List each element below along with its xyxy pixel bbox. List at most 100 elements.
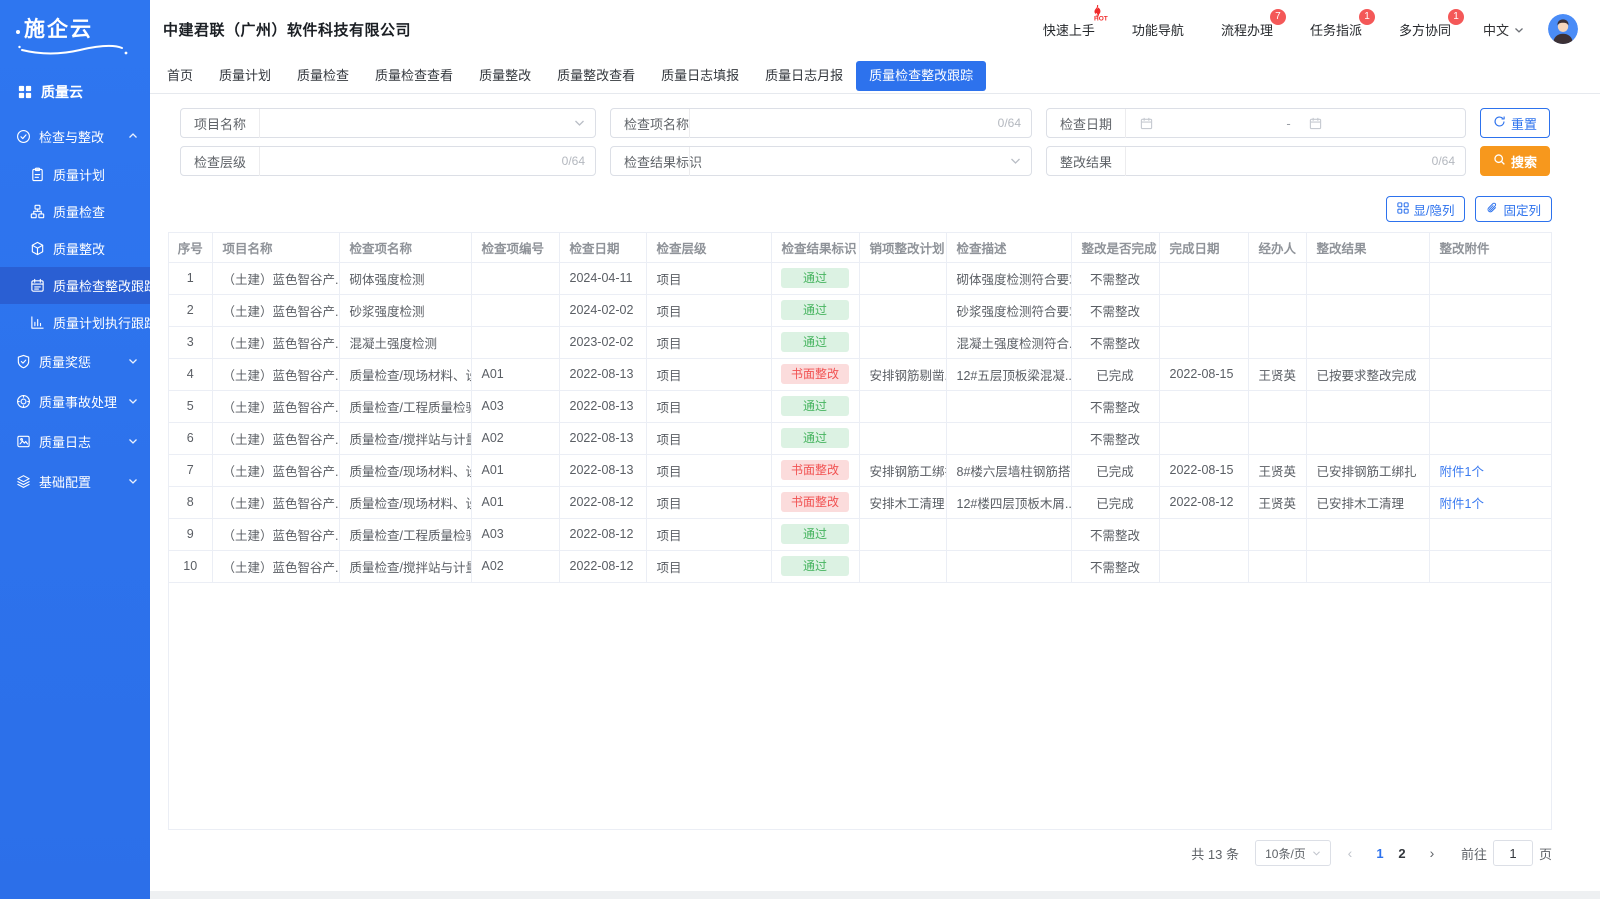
- rectify-result-input[interactable]: 0/64: [1126, 147, 1465, 175]
- sidebar-app-title[interactable]: 质量云: [0, 57, 150, 106]
- cell-check-level: 项目: [646, 294, 771, 326]
- tab-quality-rectify-view[interactable]: 质量整改查看: [544, 58, 648, 94]
- main-content: 项目名称 检查项名称 0/64 检查日期 -: [150, 94, 1600, 891]
- inspect-icon: [16, 129, 31, 144]
- sidebar-item-rectify-tracking[interactable]: 质量检查整改跟踪: [0, 267, 150, 304]
- tab-quality-rectify[interactable]: 质量整改: [466, 58, 544, 94]
- tab-quality-check[interactable]: 质量检查: [284, 58, 362, 94]
- nav-item-quick-start[interactable]: 快速上手HOT: [1043, 20, 1095, 39]
- page-size-select[interactable]: 10条/页: [1255, 840, 1331, 866]
- sidebar-item-label: 检查与整改: [39, 127, 104, 146]
- cell-check-item-code: A03: [471, 390, 559, 422]
- sidebar-item-inspect-rectify[interactable]: 检查与整改: [0, 116, 150, 156]
- rectify-icon: [30, 241, 45, 256]
- cell-project-name: （土建）蓝色智谷产...: [212, 486, 339, 518]
- tab-rectify-tracking[interactable]: 质量检查整改跟踪: [856, 61, 986, 91]
- cell-rectify-plan: [859, 390, 946, 422]
- reset-button[interactable]: 重置: [1480, 108, 1550, 138]
- check-item-name-input[interactable]: 0/64: [690, 109, 1031, 137]
- sidebar-item-label: 质量计划: [53, 165, 105, 184]
- language-selector[interactable]: 中文: [1483, 20, 1524, 39]
- sidebar-item-quality-rectify[interactable]: 质量整改: [0, 230, 150, 267]
- table-row[interactable]: 8（土建）蓝色智谷产...质量检查/现场材料、设...A012022-08-12…: [169, 486, 1552, 518]
- cell-check-date: 2022-08-12: [559, 518, 646, 550]
- tab-quality-log-fill[interactable]: 质量日志填报: [648, 58, 752, 94]
- nav-item-feature-nav[interactable]: 功能导航: [1132, 20, 1184, 39]
- cell-check-date: 2022-08-13: [559, 422, 646, 454]
- next-page-button[interactable]: ›: [1421, 845, 1443, 861]
- show-hide-columns-button[interactable]: 显/隐列: [1386, 196, 1466, 222]
- cell-rectify-result: 已安排木工清理: [1306, 486, 1429, 518]
- result-tag-select[interactable]: [690, 147, 1031, 175]
- sidebar-item-quality-log[interactable]: 质量日志: [0, 421, 150, 461]
- cell-rectify-plan: [859, 326, 946, 358]
- result-badge: 通过: [781, 524, 849, 544]
- cell-rectify-result: [1306, 518, 1429, 550]
- goto-page-input[interactable]: 1: [1493, 840, 1533, 866]
- cell-check-item-code: [471, 294, 559, 326]
- cell-rectify-done: 不需整改: [1071, 326, 1159, 358]
- chevron-down-icon: [128, 397, 138, 405]
- nav-item-process-handling[interactable]: 流程办理7: [1221, 20, 1273, 39]
- cell-seq: 1: [169, 262, 212, 294]
- sidebar-item-plan-exec-tracking[interactable]: 质量计划执行跟踪: [0, 304, 150, 341]
- sidebar-item-quality-plan[interactable]: 质量计划: [0, 156, 150, 193]
- cell-attachment: 附件1个: [1429, 454, 1552, 486]
- result-badge: 通过: [781, 556, 849, 576]
- col-header-result-tag: 检查结果标识: [771, 233, 859, 262]
- cell-seq: 7: [169, 454, 212, 486]
- search-button[interactable]: 搜索: [1480, 146, 1550, 176]
- cell-project-name: （土建）蓝色智谷产...: [212, 518, 339, 550]
- attachment-link[interactable]: 附件1个: [1440, 465, 1484, 479]
- tab-quality-plan[interactable]: 质量计划: [206, 58, 284, 94]
- sidebar-item-quality-check[interactable]: 质量检查: [0, 193, 150, 230]
- sidebar-item-reward-punish[interactable]: 质量奖惩: [0, 341, 150, 381]
- cell-check-level: 项目: [646, 326, 771, 358]
- cell-rectify-done: 不需整改: [1071, 262, 1159, 294]
- cell-rectify-plan: 安排木工清理: [859, 486, 946, 518]
- project-name-select[interactable]: [260, 109, 595, 137]
- page-number-2[interactable]: 2: [1391, 846, 1413, 861]
- result-badge: 书面整改: [781, 460, 849, 480]
- tab-home[interactable]: 首页: [154, 58, 206, 94]
- pagination: 共 13 条 10条/页 ‹ 12 › 前往 1 页: [150, 840, 1552, 866]
- cell-check-desc: 砌体强度检测符合要求: [946, 262, 1071, 294]
- table-row[interactable]: 2（土建）蓝色智谷产...砂浆强度检测2024-02-02项目通过砂浆强度检测符…: [169, 294, 1552, 326]
- tab-quality-check-view[interactable]: 质量检查查看: [362, 58, 466, 94]
- prev-page-button[interactable]: ‹: [1339, 845, 1361, 861]
- result-badge: 通过: [781, 396, 849, 416]
- table-row[interactable]: 10（土建）蓝色智谷产...质量检查/搅拌站与计量...A022022-08-1…: [169, 550, 1552, 582]
- fixed-columns-button[interactable]: 固定列: [1475, 196, 1552, 222]
- table-row[interactable]: 7（土建）蓝色智谷产...质量检查/现场材料、设...A012022-08-13…: [169, 454, 1552, 486]
- cell-attachment: [1429, 550, 1552, 582]
- cell-result-tag: 书面整改: [771, 454, 859, 486]
- page-number-1[interactable]: 1: [1369, 846, 1391, 861]
- table-row[interactable]: 6（土建）蓝色智谷产...质量检查/搅拌站与计量...A022022-08-13…: [169, 422, 1552, 454]
- table-row[interactable]: 9（土建）蓝色智谷产...质量检查/工程质量检验A032022-08-12项目通…: [169, 518, 1552, 550]
- user-avatar[interactable]: [1548, 14, 1578, 44]
- nav-item-task-assign[interactable]: 任务指派1: [1310, 20, 1362, 39]
- table-row[interactable]: 1（土建）蓝色智谷产...砌体强度检测2024-04-11项目通过砌体强度检测符…: [169, 262, 1552, 294]
- cell-check-item-name: 质量检查/现场材料、设...: [339, 486, 471, 518]
- cell-rectify-result: 已按要求整改完成: [1306, 358, 1429, 390]
- cell-check-level: 项目: [646, 422, 771, 454]
- table-row[interactable]: 4（土建）蓝色智谷产...质量检查/现场材料、设...A012022-08-13…: [169, 358, 1552, 390]
- nav-item-multi-collab[interactable]: 多方协同1: [1399, 20, 1451, 39]
- check-date-range-picker[interactable]: -: [1126, 109, 1465, 137]
- cell-finish-date: [1159, 390, 1248, 422]
- sidebar-item-base-config[interactable]: 基础配置: [0, 461, 150, 501]
- cell-rectify-result: 已安排钢筋工绑扎: [1306, 454, 1429, 486]
- svg-text:HOT: HOT: [1094, 15, 1108, 22]
- check-level-input[interactable]: 0/64: [260, 147, 595, 175]
- cell-finish-date: 2022-08-15: [1159, 358, 1248, 390]
- attachment-link[interactable]: 附件1个: [1440, 497, 1484, 511]
- table-row[interactable]: 3（土建）蓝色智谷产...混凝土强度检测2023-02-02项目通过混凝土强度检…: [169, 326, 1552, 358]
- sidebar-item-label: 基础配置: [39, 472, 91, 491]
- notification-badge: 1: [1448, 9, 1464, 25]
- chevron-down-icon: [1312, 846, 1321, 860]
- cell-check-level: 项目: [646, 390, 771, 422]
- tab-quality-log-monthly[interactable]: 质量日志月报: [752, 58, 856, 94]
- table-row[interactable]: 5（土建）蓝色智谷产...质量检查/工程质量检验A032022-08-13项目通…: [169, 390, 1552, 422]
- cell-seq: 10: [169, 550, 212, 582]
- sidebar-item-accident-handling[interactable]: 质量事故处理: [0, 381, 150, 421]
